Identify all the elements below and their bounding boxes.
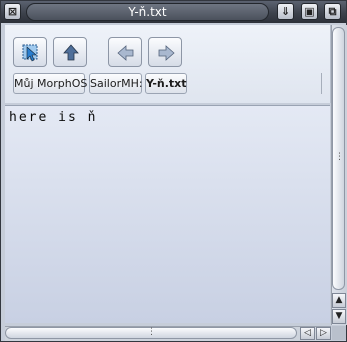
title-bar[interactable]: ⊠ Y-ň.txt ⇓ ▣ ⧉ (1, 1, 346, 23)
up-arrow-icon (63, 44, 79, 61)
file-content[interactable]: here is ň (9, 110, 97, 125)
iconify-button[interactable]: ⇓ (277, 3, 294, 20)
select-area-button[interactable] (13, 37, 47, 67)
scroll-down-icon: ▼ (335, 311, 343, 321)
window-title: Y-ň.txt (26, 3, 269, 21)
close-window-button[interactable]: ⊠ (4, 3, 21, 20)
zoom-icon: ▣ (304, 5, 315, 18)
horizontal-grip-icon: ⋮ (147, 327, 156, 337)
depth-icon: ⧉ (328, 5, 337, 18)
resize-gadget[interactable] (332, 326, 346, 340)
scroll-left-button[interactable]: ◁ (300, 327, 315, 340)
forward-arrow-icon (158, 45, 175, 61)
iconify-icon: ⇓ (280, 5, 291, 18)
scroll-right-button[interactable]: ▷ (316, 327, 331, 340)
select-area-icon (22, 44, 38, 62)
back-button[interactable] (108, 37, 142, 67)
close-icon: ⊠ (7, 5, 18, 18)
vertical-grip-icon: ⋮ (335, 152, 344, 162)
forward-button[interactable] (148, 37, 182, 67)
zoom-button[interactable]: ▣ (301, 3, 318, 20)
scroll-down-button[interactable]: ▼ (332, 309, 346, 324)
scroll-right-icon: ▷ (320, 328, 327, 338)
scroll-left-icon: ◁ (304, 328, 311, 338)
parent-directory-button[interactable] (53, 37, 87, 67)
toolbar: Můj MorphOS SailorMH: Y-ň.txt (5, 25, 331, 103)
back-arrow-icon (117, 45, 134, 61)
depth-button[interactable]: ⧉ (324, 3, 341, 20)
breadcrumb-item-home[interactable]: Můj MorphOS (13, 73, 87, 94)
breadcrumb-item-volume[interactable]: SailorMH: (89, 73, 143, 94)
window: ⊠ Y-ň.txt ⇓ ▣ ⧉ Můj MorphOS SailorMH: Y-… (0, 0, 347, 342)
scroll-up-button[interactable]: ▲ (332, 293, 346, 308)
toolbar-divider (321, 73, 322, 94)
scroll-up-icon: ▲ (335, 295, 343, 305)
breadcrumb-item-file[interactable]: Y-ň.txt (145, 73, 187, 94)
text-view[interactable]: here is ň (5, 105, 330, 323)
